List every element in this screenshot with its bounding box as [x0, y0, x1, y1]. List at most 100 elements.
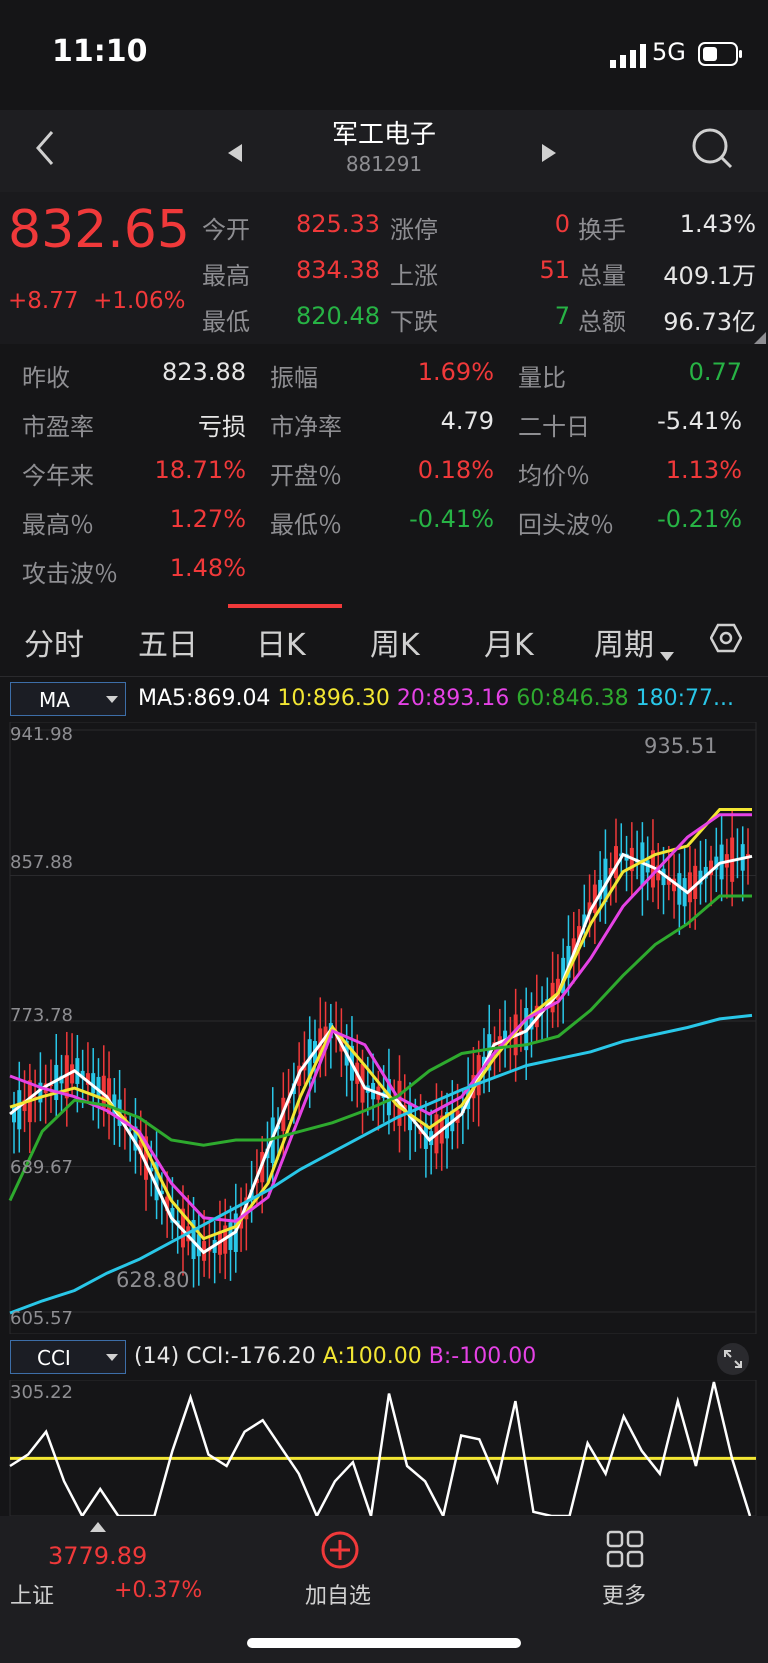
cci-value: -176.20 [230, 1344, 316, 1369]
stat-value: 0.18% [417, 456, 494, 484]
cci-frame [9, 1380, 757, 1516]
quote-value: 820.48 [296, 302, 380, 330]
kline-chart[interactable] [0, 722, 768, 1334]
tab-intraday[interactable]: 分时 [24, 620, 84, 664]
search-icon[interactable] [690, 126, 734, 170]
stat-label: 二十日 [518, 413, 590, 441]
stat-label: 市盈率 [22, 413, 94, 441]
stat-value: -0.21% [657, 505, 742, 533]
quote-label: 换手 [578, 216, 626, 244]
stat-value: -0.41% [409, 505, 494, 533]
stat-value: 1.27% [169, 505, 246, 533]
stat-value: 18.71% [154, 456, 246, 484]
next-stock-icon[interactable] [540, 142, 558, 164]
price-change: +8.77 +1.06% [8, 288, 185, 314]
tab-daily-k[interactable]: 日K [256, 620, 306, 664]
cci-line [9, 1381, 752, 1516]
quote-value: 409.1万 [663, 262, 756, 290]
low-annotation: 628.80 [116, 1268, 190, 1292]
dropdown-arrow-icon [106, 696, 118, 703]
quote-label: 最低 [202, 308, 250, 336]
stock-title: 军工电子 [331, 120, 436, 150]
candle-body [17, 1090, 22, 1130]
tab-monthly-k[interactable]: 月K [484, 620, 534, 664]
y-tick-label: 605.57 [10, 1308, 73, 1329]
cci-chart[interactable] [0, 1380, 768, 1516]
quote-value: 1.43% [679, 210, 756, 238]
cci-top-label: 305.22 [10, 1382, 73, 1403]
y-tick-label: 689.67 [10, 1157, 73, 1178]
cci-b-label: B: [428, 1344, 452, 1369]
quote-label: 涨停 [390, 216, 438, 244]
current-price: 832.65 [8, 200, 190, 260]
cci-a-value: 100.00 [344, 1344, 422, 1369]
up-caret-icon [90, 1522, 106, 1532]
expand-chart-icon[interactable] [716, 1342, 750, 1376]
ma-line-ma60 [8, 894, 752, 1202]
more-grid-icon[interactable] [606, 1530, 644, 1568]
network-type: 5G [652, 38, 686, 66]
cci-a-label: A: [322, 1344, 345, 1369]
status-time: 11:10 [52, 34, 148, 69]
stat-label: 量比 [518, 364, 566, 392]
cci-select-label: CCI [37, 1346, 71, 1370]
quote-label: 最高 [202, 262, 250, 290]
stat-value: 亏损 [198, 413, 246, 441]
quote-value: 0 [554, 210, 570, 238]
stat-value: -5.41% [657, 407, 742, 435]
quote-value: 834.38 [296, 256, 380, 284]
stat-label: 攻击波％ [22, 560, 118, 588]
stock-code: 881291 [345, 152, 423, 176]
ma5-label: MA5: [138, 686, 194, 711]
stat-label: 今年来 [22, 462, 94, 490]
stat-label: 最高％ [22, 511, 94, 539]
index-change[interactable]: +0.37% [114, 1578, 202, 1603]
ma5-value: 869.04 [193, 686, 271, 711]
tab-five-day[interactable]: 五日 [138, 620, 198, 664]
index-name[interactable]: 上证 [10, 1578, 54, 1610]
dropdown-arrow-icon [106, 1354, 118, 1361]
chart-frame [9, 722, 757, 1334]
high-annotation: 935.51 [644, 734, 718, 758]
stat-label: 均价％ [518, 462, 590, 490]
cci-legend: (14) CCI:-176.20 A:100.00 B:-100.00 [134, 1344, 536, 1369]
stat-value: 4.79 [440, 407, 494, 435]
stat-label: 市净率 [270, 413, 342, 441]
tab-weekly-k[interactable]: 周K [370, 620, 420, 664]
stat-label: 开盘％ [270, 462, 342, 490]
cci-b-value: -100.00 [451, 1344, 537, 1369]
y-tick-label: 941.98 [10, 724, 73, 745]
tab-period[interactable]: 周期 [594, 620, 654, 664]
period-dropdown-icon[interactable] [660, 652, 674, 662]
quote-label: 上涨 [390, 262, 438, 290]
settings-hex-icon[interactable] [710, 622, 742, 654]
quote-label: 总额 [578, 308, 626, 336]
add-watchlist-label[interactable]: 加自选 [305, 1578, 371, 1610]
stat-value: 1.13% [665, 456, 742, 484]
ma-line-ma5 [9, 852, 753, 1255]
stat-label: 回头波％ [518, 511, 614, 539]
signal-icon [610, 44, 646, 68]
quote-value: 7 [554, 302, 570, 330]
quote-label: 今开 [202, 216, 250, 244]
stat-value: 1.69% [417, 358, 494, 386]
quote-value: 825.33 [296, 210, 380, 238]
cci-label: CCI: [186, 1344, 231, 1369]
ma10-value: 896.30 [312, 686, 390, 711]
stat-value: 823.88 [162, 358, 246, 386]
ma180-label: 180: [635, 686, 686, 711]
cci-period: (14) [134, 1344, 180, 1369]
quote-label: 总量 [578, 262, 626, 290]
ma60-value: 846.38 [551, 686, 629, 711]
home-indicator [247, 1638, 521, 1648]
index-value[interactable]: 3779.89 [48, 1542, 147, 1570]
ma-select-label: MA [39, 688, 70, 712]
more-label[interactable]: 更多 [602, 1578, 646, 1610]
battery-icon [698, 42, 742, 66]
quote-label: 下跌 [390, 308, 438, 336]
ma20-value: 893.16 [432, 686, 510, 711]
add-watchlist-icon[interactable] [320, 1530, 360, 1570]
quote-value: 96.73亿 [663, 308, 756, 336]
tab-indicator [228, 604, 342, 608]
change-value: +8.77 [8, 288, 79, 314]
